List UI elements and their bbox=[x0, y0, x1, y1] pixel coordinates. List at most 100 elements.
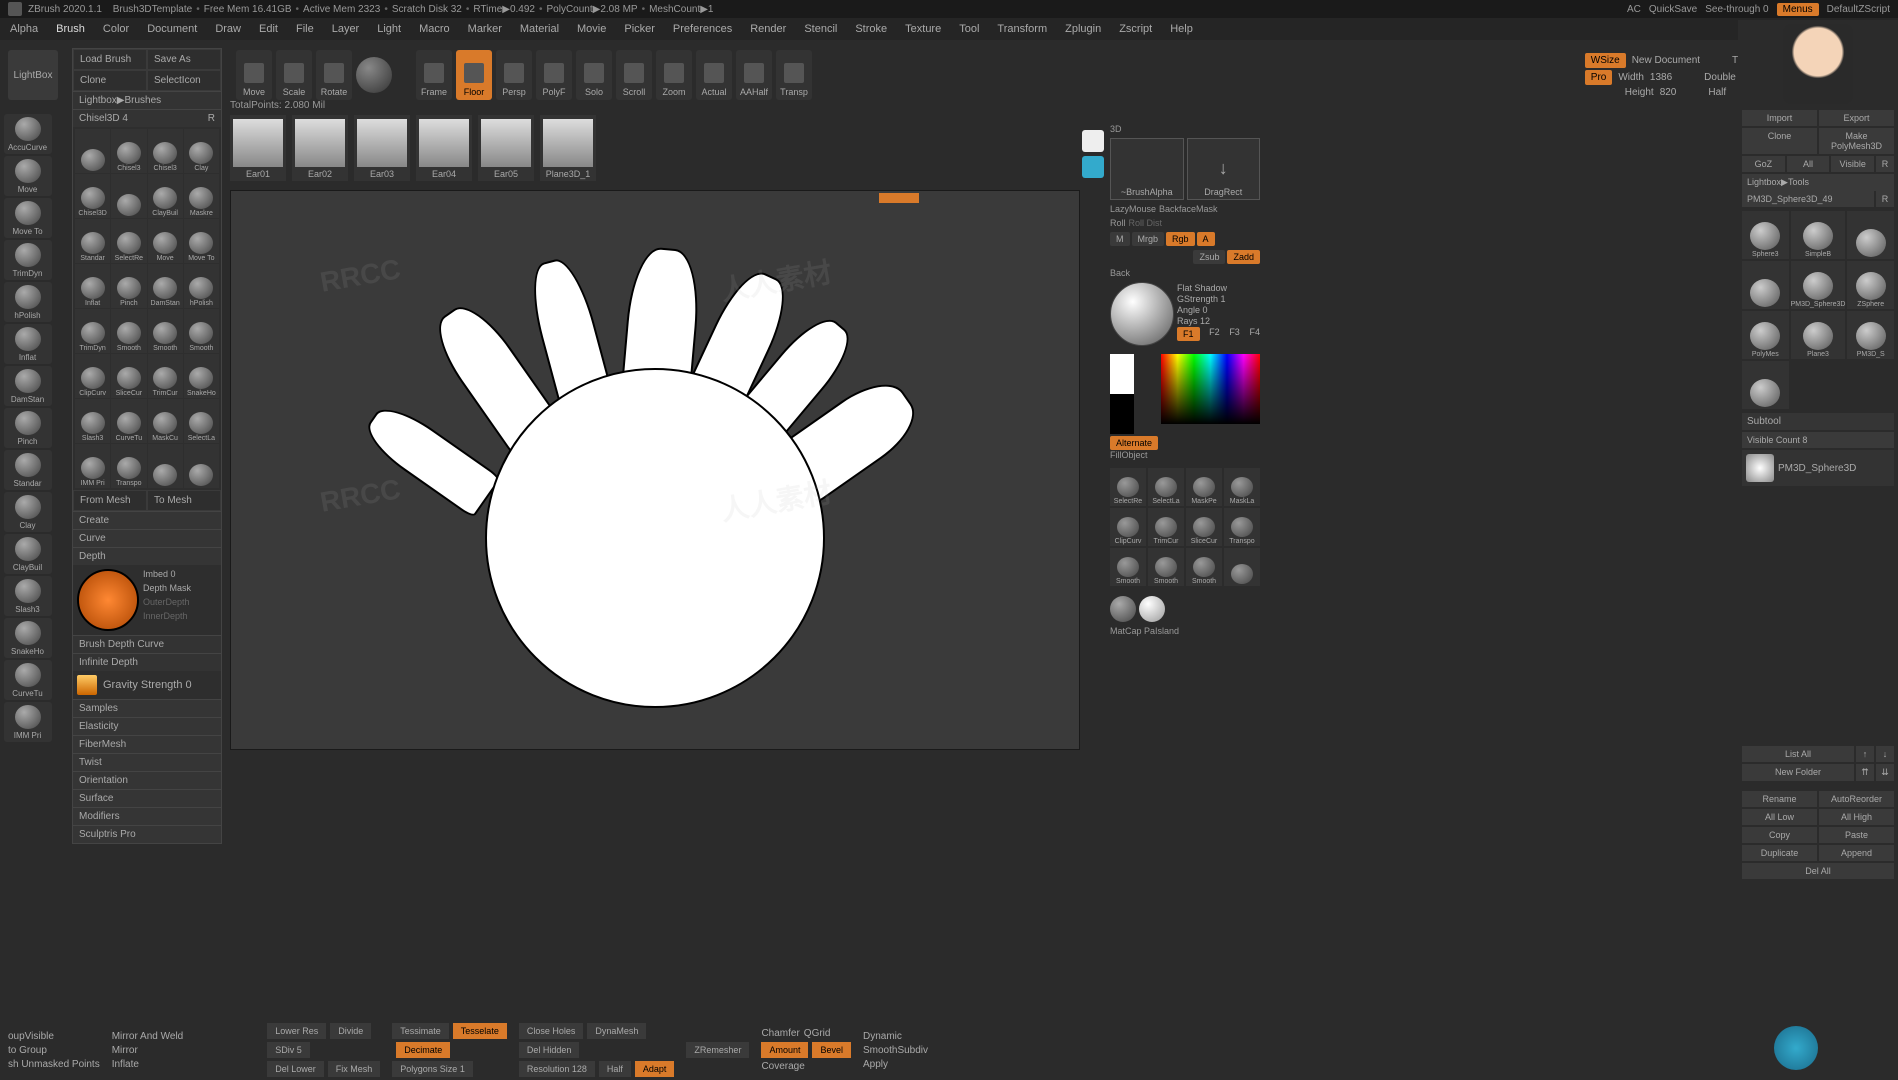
tool-item[interactable] bbox=[1224, 548, 1260, 586]
menu-layer[interactable]: Layer bbox=[332, 23, 360, 35]
tool-item[interactable]: MaskLa bbox=[1224, 468, 1260, 506]
subtool-header[interactable]: Subtool bbox=[1742, 413, 1894, 430]
color-picker[interactable] bbox=[1161, 354, 1260, 424]
brush-grid-item[interactable]: IMM Pri bbox=[75, 444, 110, 488]
color-swatch-black[interactable] bbox=[1110, 394, 1134, 434]
inflate-button[interactable]: Inflate bbox=[112, 1059, 139, 1070]
color-swatch-white[interactable] bbox=[1110, 354, 1134, 394]
adapt-button[interactable]: Adapt bbox=[635, 1061, 675, 1077]
rgb-button[interactable]: Rgb bbox=[1166, 232, 1195, 246]
save-as-button[interactable]: Save As bbox=[147, 49, 221, 70]
lightbox-brushes-button[interactable]: Lightbox▶Brushes bbox=[73, 91, 221, 109]
menu-brush[interactable]: Brush bbox=[56, 23, 85, 35]
menu-alpha[interactable]: Alpha bbox=[10, 23, 38, 35]
brush-grid-item[interactable]: Smooth bbox=[148, 309, 183, 353]
brush-grid-item[interactable]: Clay bbox=[184, 129, 219, 173]
togroup-button[interactable]: to Group bbox=[8, 1045, 47, 1056]
scroll-button[interactable]: Scroll bbox=[616, 50, 652, 100]
menu-help[interactable]: Help bbox=[1170, 23, 1193, 35]
make-polymesh-button[interactable]: Make PolyMesh3D bbox=[1819, 128, 1894, 154]
imbed-slider[interactable]: Imbed 0 bbox=[143, 569, 217, 579]
tool-grid-item[interactable]: Sphere3 bbox=[1742, 211, 1789, 259]
menu-movie[interactable]: Movie bbox=[577, 23, 606, 35]
polysize-slider[interactable]: Polygons Size 1 bbox=[392, 1061, 473, 1077]
brush-snakeho[interactable]: SnakeHo bbox=[4, 618, 52, 658]
brush-grid-item[interactable]: Inflat bbox=[75, 264, 110, 308]
tool-grid-item[interactable]: PM3D_S bbox=[1847, 311, 1894, 359]
menus-toggle[interactable]: Menus bbox=[1777, 3, 1819, 16]
depth-section[interactable]: Depth bbox=[73, 547, 221, 565]
visible-button[interactable]: Visible bbox=[1831, 156, 1874, 172]
alternate-button[interactable]: Alternate bbox=[1110, 436, 1158, 450]
zsub-button[interactable]: Zsub bbox=[1193, 250, 1225, 264]
lowerres-button[interactable]: Lower Res bbox=[267, 1023, 326, 1039]
tool-item[interactable]: Smooth bbox=[1186, 548, 1222, 586]
brush-slash3[interactable]: Slash3 bbox=[4, 576, 52, 616]
m-button[interactable]: M bbox=[1110, 232, 1130, 246]
tool-grid-item[interactable]: Plane3 bbox=[1791, 311, 1846, 359]
tool-grid-item[interactable]: ZSphere bbox=[1847, 261, 1894, 309]
duplicate-button[interactable]: Duplicate bbox=[1742, 845, 1817, 861]
r-flag[interactable]: R bbox=[1876, 191, 1894, 207]
double-button[interactable]: Double bbox=[1704, 72, 1736, 83]
clone-button[interactable]: Clone bbox=[73, 70, 147, 91]
all-button[interactable]: All bbox=[1787, 156, 1830, 172]
transp-button[interactable]: Transp bbox=[776, 50, 812, 100]
height-value[interactable]: 820 bbox=[1660, 87, 1677, 98]
menu-stencil[interactable]: Stencil bbox=[804, 23, 837, 35]
brush-hpolish[interactable]: hPolish bbox=[4, 282, 52, 322]
brush-trimdyn[interactable]: TrimDyn bbox=[4, 240, 52, 280]
samples-section[interactable]: Samples bbox=[73, 699, 221, 717]
half-button[interactable]: Half bbox=[1708, 87, 1726, 98]
brushalpha-box[interactable]: ~BrushAlpha bbox=[1110, 138, 1184, 200]
lazymouse-toggle[interactable]: LazyMouse bbox=[1110, 204, 1156, 214]
flatshadow-toggle[interactable]: Flat Shadow bbox=[1177, 283, 1227, 293]
brush-grid-item[interactable]: Chisel3 bbox=[111, 129, 146, 173]
pro-button[interactable]: Pro bbox=[1585, 70, 1613, 85]
surface-section[interactable]: Surface bbox=[73, 789, 221, 807]
brush-standar[interactable]: Standar bbox=[4, 450, 52, 490]
matcap-ball-1[interactable] bbox=[1110, 596, 1136, 622]
modifiers-section[interactable]: Modifiers bbox=[73, 807, 221, 825]
fixmesh-button[interactable]: Fix Mesh bbox=[328, 1061, 381, 1077]
a-button[interactable]: A bbox=[1197, 232, 1215, 246]
brush-moveto[interactable]: Move To bbox=[4, 198, 52, 238]
persp-button[interactable]: Persp bbox=[496, 50, 532, 100]
import-button[interactable]: Import bbox=[1742, 110, 1817, 126]
menu-zplugin[interactable]: Zplugin bbox=[1065, 23, 1101, 35]
bevel-button[interactable]: Bevel bbox=[812, 1042, 851, 1058]
closeholes-button[interactable]: Close Holes bbox=[519, 1023, 584, 1039]
decimate-button[interactable]: Decimate bbox=[396, 1042, 450, 1058]
thumb-plane3d[interactable]: Plane3D_1 bbox=[540, 115, 596, 181]
half-button[interactable]: Half bbox=[599, 1061, 631, 1077]
tesselate-button[interactable]: Tesselate bbox=[453, 1023, 507, 1039]
inner-depth-slider[interactable]: InnerDepth bbox=[143, 611, 217, 621]
brush-icon[interactable] bbox=[1082, 156, 1104, 178]
movedown-icon[interactable]: ⇊ bbox=[1876, 764, 1894, 781]
brush-curvetu[interactable]: CurveTu bbox=[4, 660, 52, 700]
brush-grid-item[interactable]: TrimCur bbox=[148, 354, 183, 398]
depth-circle-icon[interactable] bbox=[77, 569, 139, 631]
thumb-ear02[interactable]: Ear02 bbox=[292, 115, 348, 181]
up-icon[interactable]: ↑ bbox=[1856, 746, 1874, 762]
brush-claybuil[interactable]: ClayBuil bbox=[4, 534, 52, 574]
move-button[interactable]: Move bbox=[236, 50, 272, 100]
menu-edit[interactable]: Edit bbox=[259, 23, 278, 35]
from-mesh-button[interactable]: From Mesh bbox=[73, 490, 147, 511]
brush-grid-item[interactable]: MaskCu bbox=[148, 399, 183, 443]
tool-grid-item[interactable]: PM3D_Sphere3D bbox=[1791, 261, 1846, 309]
dynamesh-button[interactable]: DynaMesh bbox=[587, 1023, 646, 1039]
gravity-slider[interactable]: Gravity Strength 0 bbox=[103, 679, 192, 691]
wsize-button[interactable]: WSize bbox=[1585, 53, 1626, 68]
subtool-item[interactable]: PM3D_Sphere3D bbox=[1742, 450, 1894, 486]
brush-clay[interactable]: Clay bbox=[4, 492, 52, 532]
menu-tool[interactable]: Tool bbox=[959, 23, 979, 35]
tool-grid-item[interactable] bbox=[1847, 211, 1894, 259]
dellower-button[interactable]: Del Lower bbox=[267, 1061, 324, 1077]
menu-preferences[interactable]: Preferences bbox=[673, 23, 732, 35]
brush-grid-item[interactable] bbox=[148, 444, 183, 488]
brush-grid-item[interactable]: Chisel3 bbox=[148, 129, 183, 173]
selecticon-button[interactable]: SelectIcon bbox=[147, 70, 221, 91]
tool-item[interactable]: Smooth bbox=[1148, 548, 1184, 586]
menu-texture[interactable]: Texture bbox=[905, 23, 941, 35]
